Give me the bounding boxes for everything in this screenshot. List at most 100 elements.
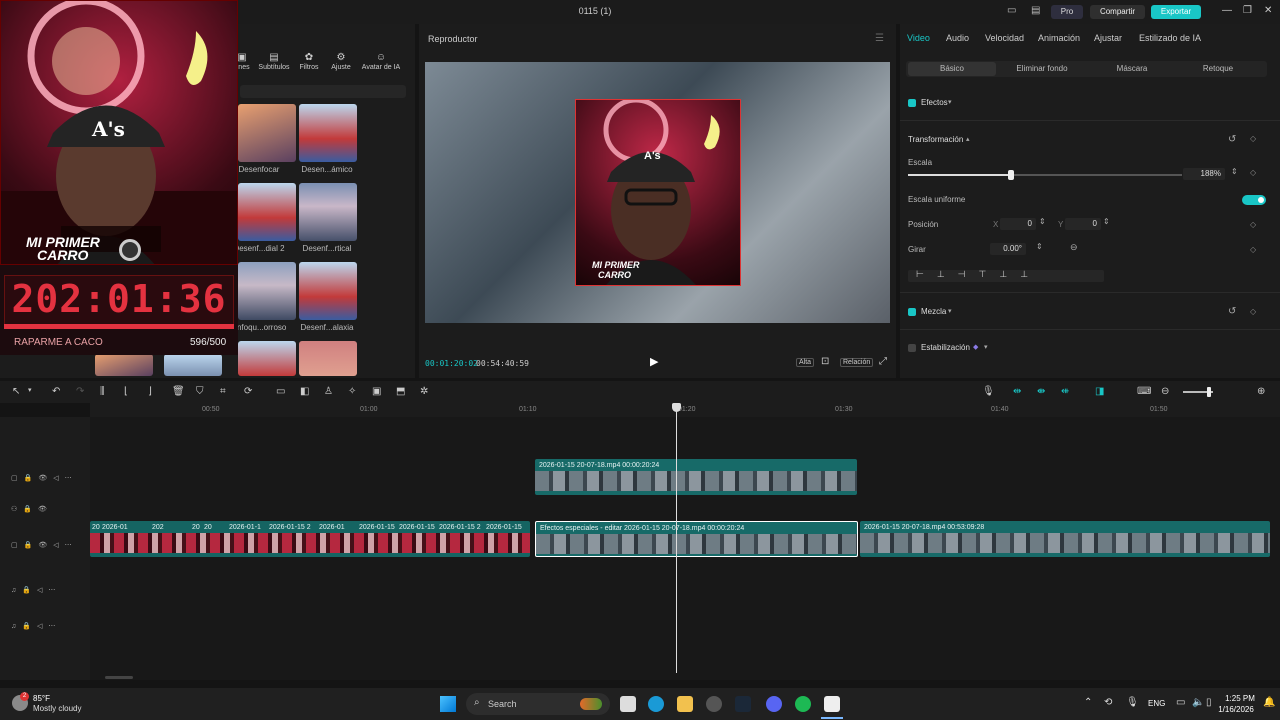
subtab-remove-bg[interactable]: Eliminar fondo [1000,64,1084,73]
layout-icon[interactable]: ▭ [1007,5,1016,16]
pos-x-field[interactable]: 0 [1000,218,1036,230]
fullscreen-icon[interactable]: ⤢ [879,356,887,367]
speed-icon[interactable]: ⟳ [244,386,252,397]
align-icons[interactable]: ⊢⊥⊣⊤⊥⊥ [916,269,1041,280]
pro-button[interactable]: Pro [1051,5,1083,19]
tab-subtitles[interactable]: ▤ Subtítulos [254,52,294,71]
timeline-scrollbar[interactable] [105,676,133,679]
microphone-tray-icon[interactable]: 🎙 [1126,697,1139,708]
media-thumb[interactable] [238,341,296,376]
share-button[interactable]: Compartir [1090,5,1145,19]
keyframe-icon[interactable]: ◇ [1250,220,1256,229]
scale-slider-knob[interactable] [1008,170,1015,180]
track-controls-audio-2[interactable]: ♫🔒◁⋯ [11,622,61,630]
tab-ai-avatar[interactable]: ☺ Avatar de IA [361,52,401,71]
quality-button[interactable]: Alta [796,358,815,367]
crop-icon[interactable]: ⌗ [220,386,226,397]
close-icon[interactable]: ✕ [1264,5,1272,16]
snap-icon[interactable]: ⇼ [1037,386,1045,397]
notifications-icon[interactable]: 🔔 [1263,697,1275,708]
stepper-icon[interactable]: ⇕ [1103,217,1110,226]
stepper-icon[interactable]: ⇕ [1231,167,1238,176]
zoom-in-icon[interactable]: ⊕ [1257,386,1265,397]
pos-y-field[interactable]: 0 [1065,218,1101,230]
shield-icon[interactable]: ⛉ [196,386,204,397]
blend-checkbox[interactable] [908,308,916,316]
capcut-icon[interactable] [824,696,840,712]
scale-slider[interactable] [908,170,1182,180]
chevron-down-icon[interactable]: ▾ [984,343,988,351]
edge-icon[interactable] [648,696,664,712]
media-thumb[interactable] [238,183,296,241]
play-icon[interactable]: ▶ [650,355,658,368]
playhead-handle[interactable] [672,403,681,412]
tab-ai-style[interactable]: Estilizado de IA [1139,33,1201,43]
person-icon[interactable]: ♙ [324,386,333,397]
track-controls-audio-1[interactable]: ♫🔒◁⋯ [11,586,61,594]
media-thumb[interactable] [238,104,296,162]
media-search-input[interactable] [240,85,406,98]
caption-icon[interactable]: ▭ [276,386,285,397]
keyframe-icon[interactable]: ◇ [1250,168,1256,177]
track-controls-effects[interactable]: ⚇🔒👁 [11,505,53,513]
mirror-icon[interactable]: ◧ [300,386,309,397]
keyframe-icon[interactable]: ◇ [1250,245,1256,254]
selected-clip-preview[interactable]: A's MI PRIMER CARRO [575,97,741,286]
preview-canvas[interactable]: A's MI PRIMER CARRO [425,62,890,323]
shortcut-icon[interactable]: ▤ [1031,5,1040,16]
media-thumb[interactable] [299,262,357,320]
select-tool-icon[interactable]: ↖ [12,386,20,397]
preview-axis-icon[interactable]: ⇺ [1061,386,1069,397]
windows-start-icon[interactable] [440,696,456,712]
freeze-icon[interactable]: ▣ [372,386,381,397]
media-thumb[interactable] [299,183,357,241]
minimize-icon[interactable]: — [1222,5,1232,16]
track-controls-overlay[interactable]: ▢🔒👁◁⋯ [11,474,78,482]
media-thumb[interactable] [299,341,357,376]
redo-icon[interactable]: ↷ [76,386,84,397]
task-view-icon[interactable] [620,696,636,712]
scale-value-field[interactable]: 188% [1183,168,1225,180]
steam-icon[interactable] [735,696,751,712]
magic-icon[interactable]: ✧ [348,386,356,397]
menu-icon[interactable]: ☰ [875,33,884,44]
reset-icon[interactable]: ↺ [1228,306,1236,317]
rotate-dial-icon[interactable]: ⊖ [1070,242,1078,253]
media-thumb[interactable] [95,354,153,376]
maximize-icon[interactable]: ❐ [1243,5,1252,16]
track-mode-icon[interactable]: ◨ [1095,386,1104,397]
battery-icon[interactable]: ▯ [1206,697,1212,708]
keyframe-icon[interactable]: ◇ [1250,134,1256,143]
media-thumb[interactable] [299,104,357,162]
split-right-icon[interactable]: ⌋ [148,386,152,397]
tab-audio[interactable]: Audio [946,33,969,43]
time-ruler[interactable]: 00:50 01:00 01:10 01:20 01:30 01:40 01:5… [90,403,1280,417]
ratio-button[interactable]: Relación [840,358,874,367]
zoom-slider-knob[interactable] [1207,387,1211,397]
subtab-retouch[interactable]: Retoque [1176,64,1260,73]
file-explorer-icon[interactable] [677,696,693,712]
tab-video[interactable]: Video [907,33,930,43]
keyframe-icon[interactable]: ◇ [1250,307,1256,316]
rotate-field[interactable]: 0.00° [990,243,1026,255]
stabilize-checkbox[interactable] [908,344,916,352]
delete-icon[interactable]: 🗑 [172,386,185,397]
zoom-slider[interactable] [1183,387,1213,397]
overlay-clip[interactable]: 2026-01-15 20-07-18.mp4 00:00:20:24 [535,459,857,495]
media-thumb[interactable] [238,262,296,320]
uniform-scale-toggle[interactable] [1242,195,1266,205]
split-left-icon[interactable]: ⌊ [124,386,128,397]
tab-animation[interactable]: Animación [1038,33,1080,43]
export-frame-icon[interactable]: ⬒ [396,386,405,397]
chevron-down-icon[interactable]: ▾ [28,386,32,394]
microphone-icon[interactable]: 🎙 [982,386,995,397]
zoom-out-icon[interactable]: ⊖ [1161,386,1169,397]
zoom-fit-icon[interactable]: ⊡ [821,356,829,367]
stepper-icon[interactable]: ⇕ [1039,217,1046,226]
link-icon[interactable]: ⇹ [1013,386,1021,397]
subtab-mask[interactable]: Máscara [1090,64,1174,73]
obs-icon[interactable] [706,696,722,712]
discord-icon[interactable] [766,696,782,712]
main-track-right-clip[interactable]: 2026-01-15 20-07-18.mp4 00:53:09:28 [860,521,1270,557]
export-button[interactable]: Exportar [1151,5,1201,19]
